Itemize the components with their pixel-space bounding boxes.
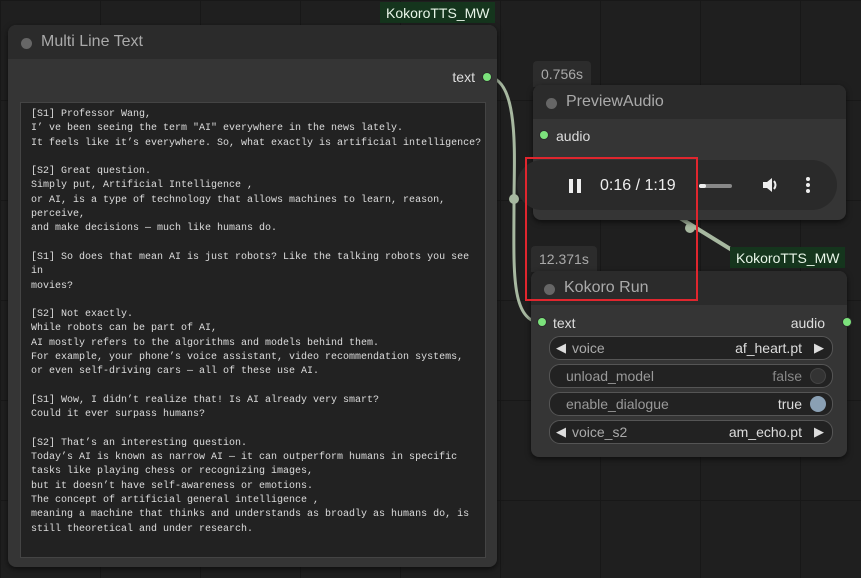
output-socket-audio[interactable] (843, 318, 851, 326)
voice-s2-combo[interactable]: ◀ voice_s2 am_echo.pt ▶ (549, 420, 833, 444)
left-triangle-icon[interactable]: ◀ (556, 340, 566, 356)
audio-player[interactable]: 0:16 / 1:19 (517, 160, 837, 210)
more-vertical-icon[interactable] (805, 176, 811, 199)
input-label-text: text (553, 315, 576, 331)
toggle-off-knob[interactable] (810, 368, 826, 384)
node-header[interactable]: Multi Line Text (8, 25, 497, 59)
node-header[interactable]: PreviewAudio (533, 85, 846, 119)
wire-reroute-dot-2 (685, 223, 695, 233)
time-display: 0:16 / 1:19 (600, 177, 676, 194)
volume-icon[interactable] (761, 176, 781, 199)
execution-time-badge: 12.371s (531, 246, 597, 272)
node-collapse-dot[interactable] (544, 284, 555, 295)
widget-name: unload_model (566, 368, 654, 384)
node-collapse-dot[interactable] (21, 38, 32, 49)
input-label-audio: audio (556, 128, 591, 144)
widget-name: voice_s2 (572, 424, 628, 440)
group-badge-top: KokoroTTS_MW (380, 2, 496, 23)
multi-line-text-node[interactable]: Multi Line Text text [S1] Professor Wang… (8, 25, 497, 567)
node-title: PreviewAudio (566, 93, 664, 110)
seek-bar-fill (699, 184, 706, 188)
left-triangle-icon[interactable]: ◀ (556, 424, 566, 440)
node-collapse-dot[interactable] (546, 98, 557, 109)
dialogue-textarea[interactable]: [S1] Professor Wang, I’ ve been seeing t… (20, 102, 486, 558)
output-label-text: text (452, 69, 475, 85)
node-title: Kokoro Run (564, 279, 649, 296)
node-title: Multi Line Text (41, 33, 143, 50)
widget-value: false (772, 368, 802, 384)
input-socket-audio[interactable] (540, 131, 548, 139)
output-socket-text[interactable] (483, 73, 491, 81)
widget-value: true (777, 396, 802, 412)
kokoro-run-node[interactable]: Kokoro Run text audio ◀ voice af_heart.p… (531, 271, 851, 457)
pause-icon[interactable] (568, 179, 582, 193)
widget-name: enable_dialogue (566, 396, 669, 412)
node-header[interactable]: Kokoro Run (531, 271, 847, 305)
widget-name: voice (572, 340, 605, 356)
right-triangle-icon[interactable]: ▶ (814, 424, 824, 440)
execution-time-badge: 0.756s (533, 61, 592, 87)
toggle-on-knob[interactable] (810, 396, 826, 412)
widget-value: am_echo.pt (728, 424, 802, 440)
right-triangle-icon[interactable]: ▶ (814, 340, 824, 356)
output-label-audio: audio (790, 315, 825, 331)
unload-model-toggle[interactable]: unload_model false (549, 364, 833, 388)
seek-bar[interactable] (699, 184, 732, 188)
voice-combo[interactable]: ◀ voice af_heart.pt ▶ (549, 336, 833, 360)
widget-value: af_heart.pt (735, 340, 802, 356)
group-badge-right: KokoroTTS_MW (730, 247, 846, 268)
wire-reroute-dot (509, 194, 519, 204)
enable-dialogue-toggle[interactable]: enable_dialogue true (549, 392, 833, 416)
input-socket-text[interactable] (538, 318, 546, 326)
